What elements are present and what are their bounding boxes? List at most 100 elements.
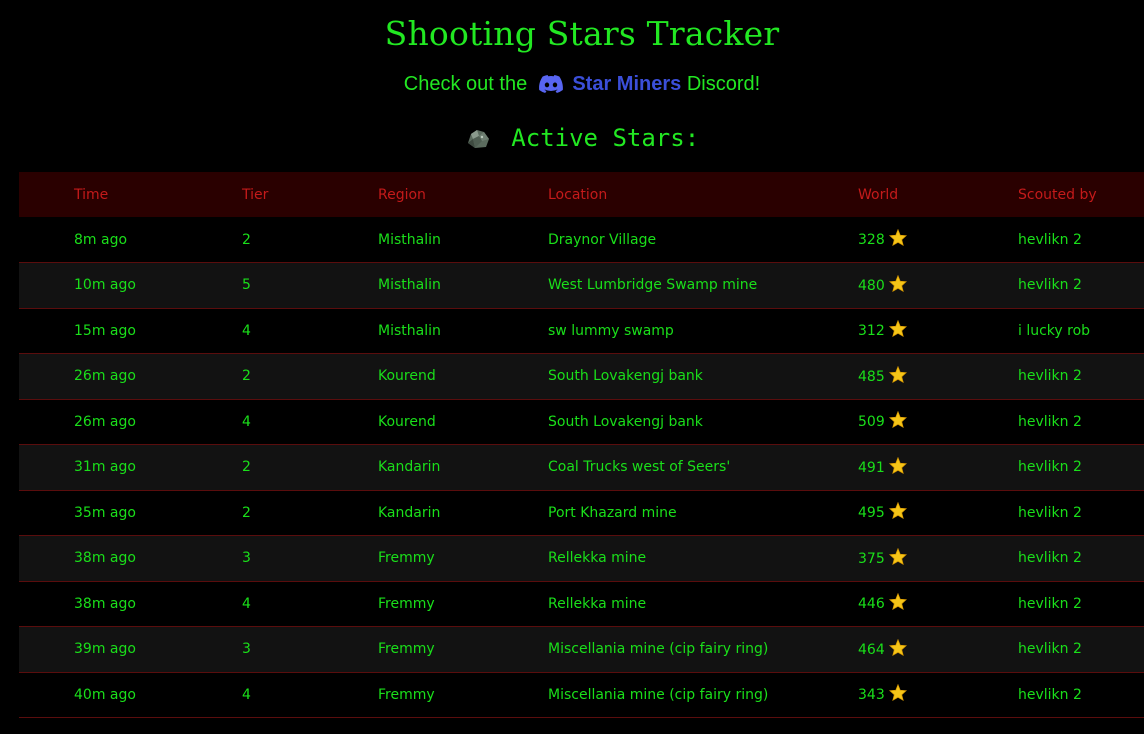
cell-location: Rellekka mine — [548, 550, 647, 567]
table-header-row: Time Tier Region Location World Scouted … — [19, 172, 1144, 217]
table-row: 26m ago 2 Kourend South Lovakengj bank 485 he… — [19, 353, 1144, 400]
cell-time: 35m ago — [74, 504, 136, 521]
page-title: Shooting Stars Tracker — [384, 14, 780, 53]
cell-world[interactable]: 491 — [858, 445, 1018, 491]
active-stars-label: Active Stars: — [511, 124, 700, 152]
cell-tier: 4 — [242, 413, 251, 430]
row-spacer — [19, 399, 74, 445]
cell-scouted-by: hevlikn 2 — [1018, 686, 1082, 703]
world-number[interactable]: 491 — [858, 460, 885, 476]
column-header-location[interactable]: Location — [548, 172, 858, 217]
spacer-header — [19, 172, 74, 217]
cell-time: 26m ago — [74, 368, 136, 385]
cell-scouted-by: hevlikn 2 — [1018, 368, 1082, 385]
cell-time: 39m ago — [74, 641, 136, 658]
world-number[interactable]: 446 — [858, 596, 885, 612]
column-header-region[interactable]: Region — [378, 172, 548, 217]
row-spacer — [19, 536, 74, 582]
active-stars-heading: Active Stars: — [0, 124, 1144, 156]
cell-region: Kourend — [378, 413, 436, 430]
star-icon — [888, 274, 907, 296]
cell-region: Misthalin — [378, 231, 441, 248]
cell-tier: 5 — [242, 277, 251, 294]
world-number[interactable]: 343 — [858, 687, 885, 703]
cell-world[interactable]: 480 — [858, 263, 1018, 309]
cell-tier: 2 — [242, 504, 251, 521]
star-icon — [888, 319, 907, 341]
cell-region: Fremmy — [378, 686, 435, 703]
row-spacer — [19, 672, 74, 718]
cell-world[interactable]: 312 — [858, 308, 1018, 354]
star-icon — [888, 501, 907, 523]
cell-tier: 2 — [242, 368, 251, 385]
column-header-world[interactable]: World — [858, 172, 1018, 217]
cell-region: Fremmy — [378, 641, 435, 658]
table-row: 15m ago 4 Misthalin sw lummy swamp 312 i luck… — [19, 308, 1144, 354]
cell-tier: 4 — [242, 322, 251, 339]
cell-world[interactable]: 495 — [858, 490, 1018, 536]
cell-scouted-by: i lucky rob — [1018, 322, 1091, 339]
cell-location: Miscellania mine (cip fairy ring) — [548, 686, 769, 703]
cell-location: sw lummy swamp — [548, 322, 674, 339]
table-row: 39m ago 3 Fremmy Miscellania mine (cip fair… — [19, 626, 1144, 673]
cell-time: 31m ago — [74, 459, 136, 476]
cell-location: Coal Trucks west of Seers' — [548, 459, 731, 476]
cell-location: South Lovakengj bank — [548, 413, 703, 430]
cell-world[interactable]: 485 — [858, 354, 1018, 400]
star-icon — [888, 683, 907, 705]
discord-prefix: Check out the — [403, 73, 528, 95]
cell-tier: 4 — [242, 595, 251, 612]
cell-world[interactable]: 328 — [858, 217, 1018, 263]
cell-world[interactable]: 509 — [858, 399, 1018, 445]
cell-region: Kandarin — [378, 459, 441, 476]
world-number[interactable]: 328 — [858, 232, 885, 248]
star-icon — [888, 228, 907, 250]
cell-time: 10m ago — [74, 277, 136, 294]
cell-tier: 3 — [242, 550, 251, 567]
cell-region: Misthalin — [378, 322, 441, 339]
discord-link[interactable]: Star Miners — [572, 73, 681, 95]
column-header-tier[interactable]: Tier — [242, 172, 378, 217]
column-header-time[interactable]: Time — [74, 172, 242, 217]
row-spacer — [19, 445, 74, 491]
row-spacer — [19, 490, 74, 536]
cell-location: Port Khazard mine — [548, 504, 677, 521]
cell-tier: 2 — [242, 231, 251, 248]
world-number[interactable]: 495 — [858, 505, 885, 521]
cell-world[interactable]: 464 — [858, 627, 1018, 673]
table-row: 38m ago 4 Fremmy Rellekka mine 446 hevlikn 2 — [19, 581, 1144, 627]
row-spacer — [19, 217, 74, 263]
column-header-scouted-by[interactable]: Scouted by — [1018, 172, 1144, 217]
table-row: 31m ago 2 Kandarin Coal Trucks west of Seer… — [19, 444, 1144, 491]
world-number[interactable]: 464 — [858, 642, 885, 658]
cell-world[interactable]: 446 — [858, 581, 1018, 627]
cell-scouted-by: hevlikn 2 — [1018, 550, 1082, 567]
star-icon — [888, 456, 907, 478]
world-number[interactable]: 375 — [858, 551, 885, 567]
discord-icon[interactable] — [538, 75, 563, 99]
cell-time: 8m ago — [74, 231, 128, 248]
star-icon — [888, 638, 907, 660]
cell-tier: 3 — [242, 641, 251, 658]
star-icon — [888, 547, 907, 569]
cell-time: 26m ago — [74, 413, 136, 430]
world-number[interactable]: 480 — [858, 278, 885, 294]
cell-scouted-by: hevlikn 2 — [1018, 595, 1082, 612]
discord-banner: Check out the Star Miners Discord! — [0, 73, 1144, 99]
row-spacer — [19, 581, 74, 627]
cell-time: 38m ago — [74, 595, 136, 612]
row-spacer — [19, 354, 74, 400]
stars-table-container: Time Tier Region Location World Scouted … — [19, 172, 1144, 718]
world-number[interactable]: 485 — [858, 369, 885, 385]
row-spacer — [19, 308, 74, 354]
world-number[interactable]: 509 — [858, 414, 885, 430]
cell-region: Kourend — [378, 368, 436, 385]
row-spacer — [19, 263, 74, 309]
world-number[interactable]: 312 — [858, 323, 885, 339]
discord-suffix: Discord! — [686, 73, 761, 95]
rock-icon — [465, 126, 491, 156]
cell-location: Rellekka mine — [548, 595, 647, 612]
cell-world[interactable]: 343 — [858, 672, 1018, 718]
cell-world[interactable]: 375 — [858, 536, 1018, 582]
cell-tier: 4 — [242, 686, 251, 703]
